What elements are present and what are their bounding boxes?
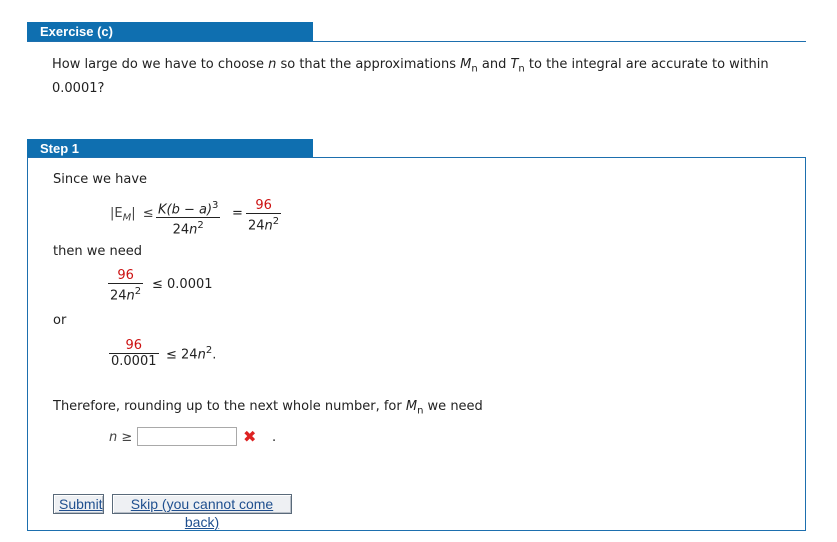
trailing-period: . bbox=[272, 430, 277, 445]
error-abs: |EM| ≤ bbox=[110, 206, 154, 224]
need-inequality-rhs: ≤ 0.0001 bbox=[152, 277, 213, 292]
question-text: How large do we have to choose n so that… bbox=[52, 57, 769, 75]
error-bound-fraction: K(b − a)3 24n2 bbox=[156, 200, 221, 238]
therefore-text: Therefore, rounding up to the next whole… bbox=[53, 399, 483, 417]
answer-input[interactable] bbox=[137, 427, 237, 446]
step-header: Step 1 bbox=[27, 139, 313, 159]
or-fraction: 96 0.0001 bbox=[109, 338, 159, 369]
n-geq-label: n ≥ bbox=[109, 430, 133, 445]
exercise-header: Exercise (c) bbox=[27, 22, 313, 42]
value-fraction: 96 24n2 bbox=[246, 198, 282, 234]
wrong-answer-icon: ✖ bbox=[243, 427, 257, 446]
since-text: Since we have bbox=[53, 172, 148, 187]
need-fraction: 96 24n2 bbox=[108, 268, 144, 304]
or-text: or bbox=[53, 313, 67, 328]
question-text-line2: 0.0001? bbox=[52, 81, 105, 96]
equals-sign: = bbox=[232, 206, 243, 221]
submit-button[interactable]: Submit bbox=[53, 494, 104, 514]
or-inequality-rhs: ≤ 24n2. bbox=[166, 345, 217, 363]
then-text: then we need bbox=[53, 244, 142, 259]
skip-button[interactable]: Skip (you cannot come back) bbox=[112, 494, 292, 530]
exercise-header-rule bbox=[27, 41, 806, 42]
